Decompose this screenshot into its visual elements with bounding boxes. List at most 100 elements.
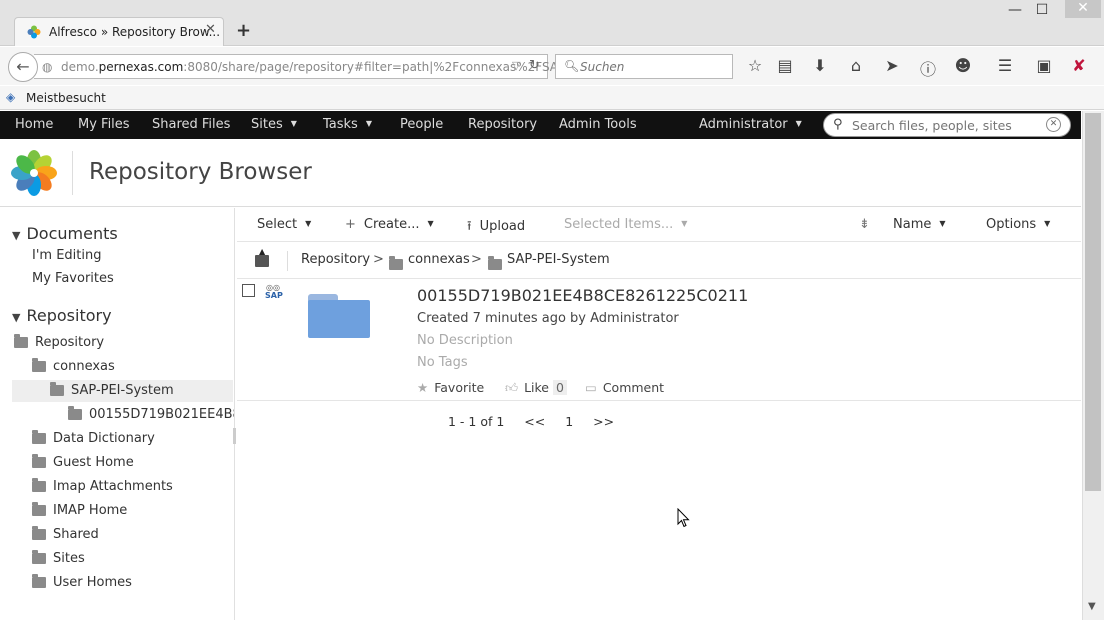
url-dropdown-icon[interactable]: ▽ xyxy=(512,59,520,72)
folder-icon xyxy=(32,358,46,372)
maximize-button[interactable]: ☐ xyxy=(1029,2,1055,18)
bookmark-star-icon[interactable]: ☆ xyxy=(744,56,766,75)
nav-sites[interactable]: Sites ▼ xyxy=(251,117,297,132)
collapse-triangle-icon: ▼ xyxy=(12,229,21,242)
document-toolbar: Select ▼ + Create... ▼ ⭱ Upload Selected Ite… xyxy=(237,208,1081,242)
list-item: ◎◎ SAP 00155D719B021EE4B8CE8261225C0211 C… xyxy=(237,280,1081,401)
tree-item-data-dictionary[interactable]: Data Dictionary xyxy=(12,428,233,450)
breadcrumb-separator: > xyxy=(471,252,482,267)
tree-item-imap-home[interactable]: IMAP Home xyxy=(12,500,233,522)
tree-item-shared[interactable]: Shared xyxy=(12,524,233,546)
folder-icon xyxy=(32,526,46,540)
extension-kaspersky-icon[interactable]: ✘ xyxy=(1068,56,1090,75)
back-button[interactable]: ← xyxy=(8,52,38,82)
folder-icon xyxy=(68,406,82,420)
pager-page-1[interactable]: 1 xyxy=(565,414,573,429)
selected-items-menu[interactable]: Selected Items... ▼ xyxy=(564,217,687,232)
title-divider xyxy=(72,151,73,195)
menu-icon[interactable]: ☰ xyxy=(994,56,1016,75)
breadcrumb-repository[interactable]: Repository xyxy=(301,252,370,267)
tree-item-sap-pei-system[interactable]: SAP-PEI-System xyxy=(12,380,233,402)
scroll-down-icon[interactable]: ▼ xyxy=(1088,601,1096,612)
nav-tasks[interactable]: Tasks ▼ xyxy=(323,117,372,132)
pager-range: 1 - 1 of 1 xyxy=(448,414,505,429)
download-icon[interactable]: ⬇ xyxy=(809,56,831,75)
browser-search-input[interactable] xyxy=(580,58,728,76)
document-name-link[interactable]: 00155D719B021EE4B8CE8261225C0211 xyxy=(417,286,748,305)
reading-list-icon[interactable]: ▤ xyxy=(774,56,796,75)
sidebar-link-my-favorites[interactable]: My Favorites xyxy=(32,271,114,286)
extension-k-icon[interactable]: ▣ xyxy=(1033,56,1055,75)
create-menu-button[interactable]: + Create... ▼ xyxy=(345,217,434,232)
info-icon[interactable]: ⓘ xyxy=(917,56,939,80)
pager-prev-button[interactable]: << xyxy=(524,414,545,429)
like-button[interactable]: 👍︎ Like 0 xyxy=(505,380,567,396)
alfresco-logo-icon xyxy=(11,150,57,196)
breadcrumb-connexas[interactable]: connexas xyxy=(408,252,470,267)
upload-button[interactable]: ⭱ Upload xyxy=(467,217,525,239)
tree-item-imap-attachments[interactable]: Imap Attachments xyxy=(12,476,233,498)
close-window-button[interactable]: ✕ xyxy=(1065,0,1101,18)
documents-heading[interactable]: ▼ Documents xyxy=(12,224,118,243)
browser-nav-bar: ◍ demo.pernexas.com:8080/share/page/repo… xyxy=(0,47,1104,85)
bookmark-most-visited[interactable]: Meistbesucht xyxy=(26,91,106,105)
minimize-button[interactable]: — xyxy=(1002,2,1028,18)
send-icon[interactable]: ➤ xyxy=(881,56,903,75)
nav-my-files[interactable]: My Files xyxy=(78,117,130,132)
breadcrumb: Repository > connexas > SAP-PEI-System xyxy=(237,243,1081,279)
app-search-input[interactable] xyxy=(852,117,1042,134)
tree-item-repository[interactable]: Repository xyxy=(12,332,233,354)
sort-direction-icon[interactable]: ⇟ xyxy=(859,217,870,232)
home-icon[interactable]: ⌂ xyxy=(845,56,867,75)
sidebar-resize-handle[interactable] xyxy=(233,428,236,444)
nav-people[interactable]: People xyxy=(400,117,443,132)
tab-close-icon[interactable]: ✕ xyxy=(205,22,216,37)
favorite-button[interactable]: ★ Favorite xyxy=(417,380,484,395)
sidebar-link-im-editing[interactable]: I'm Editing xyxy=(32,248,101,263)
pager-next-button[interactable]: >> xyxy=(593,414,614,429)
comment-button[interactable]: ▭ Comment xyxy=(585,380,664,395)
bookmark-folder-icon: ◈ xyxy=(6,90,16,104)
star-icon: ★ xyxy=(417,380,429,395)
document-created-info: Created 7 minutes ago by Administrator xyxy=(417,311,679,326)
repository-heading[interactable]: ▼ Repository xyxy=(12,306,112,325)
sort-field-menu[interactable]: Name ▼ xyxy=(893,217,946,232)
tree-item-connexas[interactable]: connexas xyxy=(12,356,233,378)
collapse-triangle-icon: ▼ xyxy=(12,311,21,324)
globe-icon: ◍ xyxy=(42,60,53,74)
tree-item-sites[interactable]: Sites xyxy=(12,548,233,570)
app-search-box[interactable]: ⚲ ✕ xyxy=(823,113,1071,137)
reload-icon[interactable]: ↻ xyxy=(529,58,540,73)
new-tab-button[interactable]: + xyxy=(236,20,251,41)
breadcrumb-sap-pei-system[interactable]: SAP-PEI-System xyxy=(507,252,610,267)
url-bar[interactable]: ◍ demo.pernexas.com:8080/share/page/repo… xyxy=(34,54,577,79)
user-menu[interactable]: Administrator ▼ xyxy=(699,117,802,132)
tree-item-user-homes[interactable]: User Homes xyxy=(12,572,233,594)
nav-shared-files[interactable]: Shared Files xyxy=(152,117,230,132)
browser-search-bar[interactable]: 🔍︎ xyxy=(555,54,733,79)
chat-icon[interactable]: ☻ xyxy=(952,56,974,75)
like-count: 0 xyxy=(553,380,567,395)
tree-item-00155d719b021ee4b8c[interactable]: 00155D719B021EE4B8C xyxy=(12,404,234,426)
browser-tab-bar: Alfresco » Repository Brow... ✕ + — ☐ ✕ xyxy=(0,0,1104,46)
select-checkbox[interactable] xyxy=(242,284,255,297)
chevron-down-icon: ▼ xyxy=(427,219,434,228)
scrollbar-thumb[interactable] xyxy=(1085,113,1101,491)
folder-icon xyxy=(32,574,46,588)
folder-up-icon[interactable] xyxy=(255,247,269,267)
folder-thumbnail-icon[interactable] xyxy=(308,294,370,338)
breadcrumb-separator: > xyxy=(373,252,384,267)
alfresco-favicon-icon xyxy=(27,25,41,39)
sap-aspect-icon: ◎◎ SAP xyxy=(265,283,283,300)
browser-tab[interactable]: Alfresco » Repository Brow... ✕ xyxy=(14,17,224,46)
page-scrollbar[interactable]: ▼ xyxy=(1082,111,1104,620)
divider xyxy=(287,251,288,271)
nav-repository[interactable]: Repository xyxy=(468,117,537,132)
options-menu[interactable]: Options ▼ xyxy=(986,217,1050,232)
tree-item-guest-home[interactable]: Guest Home xyxy=(12,452,233,474)
select-menu-button[interactable]: Select ▼ xyxy=(257,217,311,232)
nav-admin-tools[interactable]: Admin Tools xyxy=(559,117,637,132)
folder-icon xyxy=(389,256,403,270)
clear-search-icon[interactable]: ✕ xyxy=(1046,117,1061,132)
nav-home[interactable]: Home xyxy=(15,117,53,132)
